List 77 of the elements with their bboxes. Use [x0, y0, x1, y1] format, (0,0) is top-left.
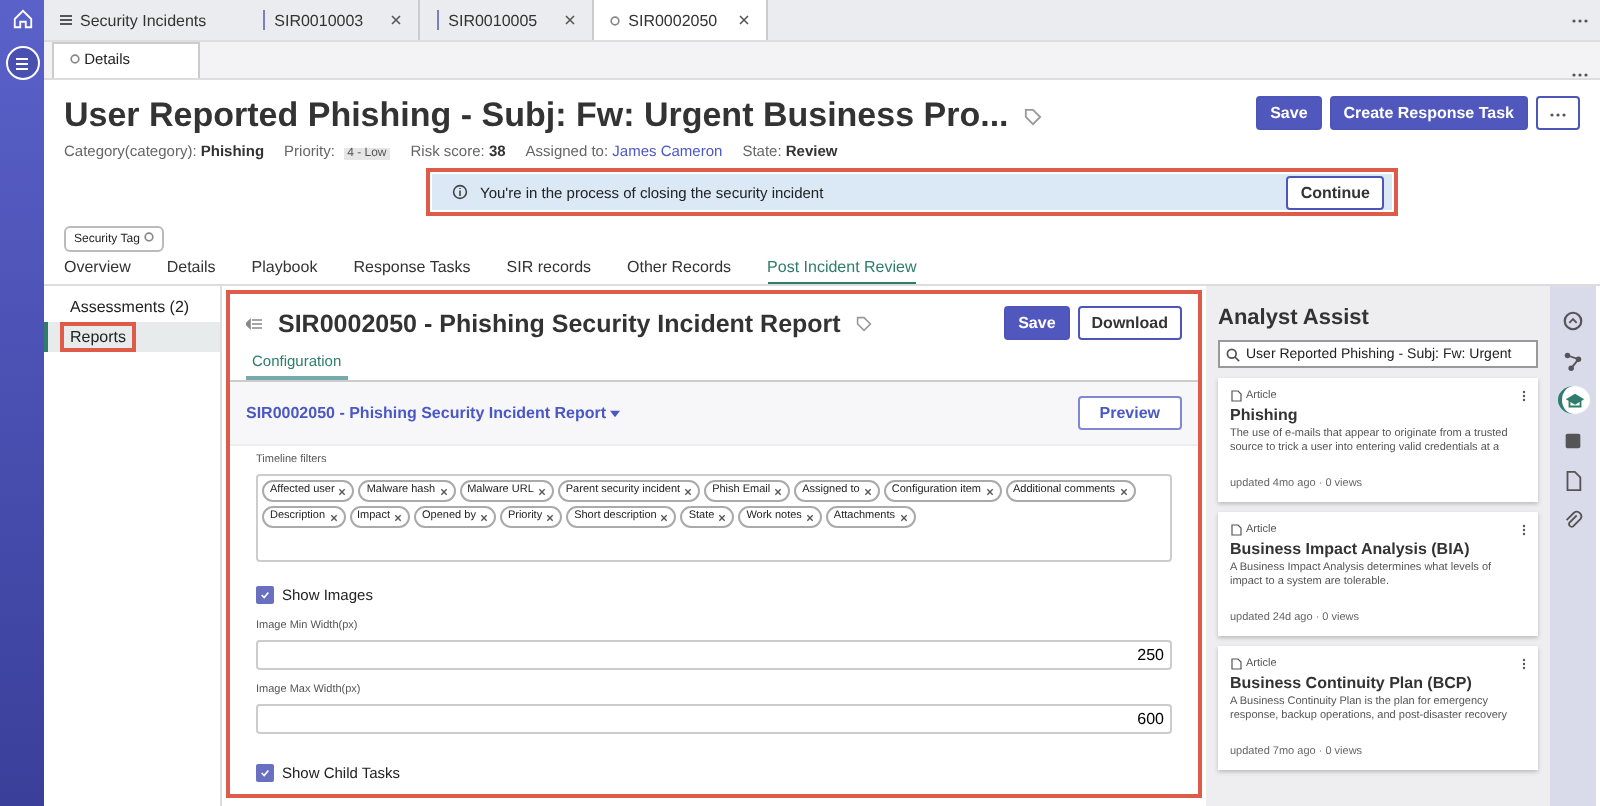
close-icon[interactable]: [805, 513, 814, 521]
menu-icon[interactable]: [5, 46, 39, 80]
report-button[interactable]: Download: [1077, 306, 1182, 340]
collapse-icon[interactable]: [246, 317, 262, 329]
report-title: SIR0002050 - Phishing Security Incident Report: [278, 309, 841, 337]
square-icon[interactable]: [1562, 429, 1584, 451]
close-icon[interactable]: [394, 513, 403, 521]
close-icon[interactable]: [546, 513, 555, 521]
action-button[interactable]: Create Response Task: [1329, 96, 1528, 130]
close-icon[interactable]: [660, 513, 669, 521]
continue-button[interactable]: Continue: [1286, 175, 1384, 209]
section-tab[interactable]: Post Incident Review: [767, 258, 917, 284]
document-icon[interactable]: [1562, 469, 1584, 491]
section-tab[interactable]: Response Tasks: [353, 258, 471, 284]
panel-title: Analyst Assist: [1218, 306, 1371, 330]
document-icon: [1230, 390, 1242, 402]
close-icon[interactable]: [338, 487, 347, 495]
circle-icon: [70, 54, 80, 64]
section-tab[interactable]: Other Records: [627, 258, 732, 284]
article-title: Business Continuity Plan (BCP): [1230, 674, 1474, 692]
close-icon[interactable]: [774, 487, 783, 495]
app-tab[interactable]: SIR0010003: [246, 0, 421, 40]
divider-icon: [262, 10, 267, 30]
nav-item[interactable]: Assessments (2): [44, 292, 220, 322]
circle-icon: [610, 15, 621, 25]
checkbox[interactable]: [256, 586, 274, 604]
close-icon[interactable]: [718, 513, 727, 521]
section-tab[interactable]: Overview: [64, 258, 131, 284]
checkbox[interactable]: [256, 764, 274, 782]
filters-field[interactable]: [256, 474, 1172, 562]
tag-icon[interactable]: [1024, 107, 1043, 125]
close-icon[interactable]: [863, 487, 872, 495]
section-tab[interactable]: Details: [166, 258, 216, 284]
more-button[interactable]: [1536, 96, 1580, 130]
circle-icon: [143, 232, 154, 242]
close-icon[interactable]: [537, 487, 546, 495]
more-icon[interactable]: [1572, 72, 1588, 78]
close-icon[interactable]: [439, 487, 448, 495]
close-icon[interactable]: [985, 487, 993, 495]
close-icon[interactable]: [684, 487, 693, 495]
close-icon[interactable]: [564, 13, 577, 25]
nav-item[interactable]: Reports: [44, 322, 220, 352]
paperclip-icon[interactable]: [1562, 509, 1584, 531]
close-icon[interactable]: [479, 513, 488, 521]
template-dropdown[interactable]: SIR0002050 - Phishing Security Incident Report: [246, 404, 621, 422]
section-tab[interactable]: Playbook: [251, 258, 318, 284]
check-icon: [260, 590, 270, 600]
close-icon[interactable]: [390, 13, 403, 25]
nodes-icon[interactable]: [1562, 349, 1584, 371]
width-field[interactable]: 600: [256, 704, 1172, 734]
app-tab[interactable]: SIR0002050: [594, 0, 769, 40]
divider-icon: [436, 10, 441, 30]
preview-button[interactable]: Preview: [1077, 396, 1182, 430]
more-icon[interactable]: [1572, 17, 1588, 23]
width-field[interactable]: 250: [256, 640, 1172, 670]
document-icon: [1230, 658, 1242, 670]
document-icon: [1230, 524, 1242, 536]
close-icon[interactable]: [899, 513, 907, 521]
cap-icon[interactable]: [1564, 389, 1586, 411]
close-icon[interactable]: [738, 13, 751, 25]
check-icon: [260, 768, 270, 778]
search-icon: [1226, 347, 1240, 361]
info-icon: [452, 184, 468, 200]
section-tab[interactable]: SIR records: [506, 258, 592, 284]
report-button[interactable]: Save: [1004, 306, 1070, 340]
home-icon[interactable]: [11, 8, 33, 30]
close-icon[interactable]: [1119, 487, 1128, 495]
record-title: User Reported Phishing - Subj: Fw: Urgent Business Pro...: [64, 96, 1009, 136]
tag-icon[interactable]: [856, 315, 873, 331]
article-title: Phishing: [1230, 406, 1300, 424]
caret-icon: [610, 410, 621, 418]
more-icon: [1550, 112, 1566, 118]
app-tab[interactable]: Security Incidents: [44, 0, 247, 40]
list-icon: [60, 14, 72, 26]
close-icon[interactable]: [329, 513, 338, 521]
action-button[interactable]: Save: [1256, 96, 1322, 130]
article-title: Business Impact Analysis (BIA): [1230, 540, 1472, 558]
